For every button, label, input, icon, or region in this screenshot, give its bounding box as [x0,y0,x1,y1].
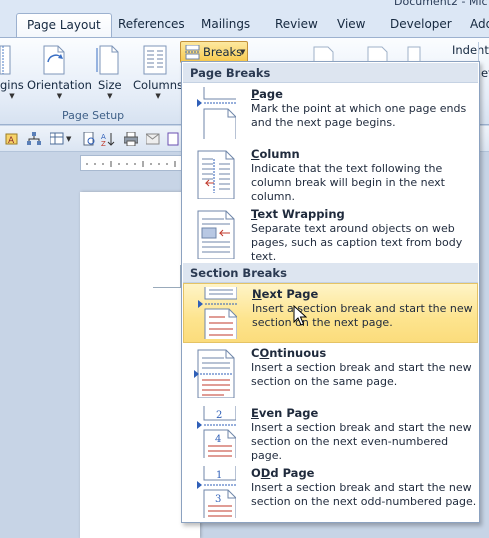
menu-item-description: Insert a section break and start the new… [252,302,473,329]
tab-developer[interactable]: Developer [390,17,452,31]
size-button[interactable]: Size ▼ [98,78,122,100]
size-label: Size [98,78,122,92]
size-icon [96,45,119,75]
ribbon-tab-strip: Page Layout References Mailings Review V… [0,10,489,39]
menu-item-title: ODd Page [251,466,314,480]
tab-add-ins[interactable]: Add [470,17,489,31]
menu-item-even-page-break[interactable]: 2 4 Even Page Insert a section break and… [183,403,478,463]
menu-item-description: Insert a section break and start the new… [251,361,472,388]
breaks-icon [185,45,200,60]
mouse-cursor-icon [293,305,307,326]
menu-item-description: Insert a section break and start the new… [251,481,477,508]
tab-review[interactable]: Review [275,17,318,31]
menu-item-description: Separate text around objects on web page… [251,222,463,263]
page-breaks-header: Page Breaks [183,63,478,83]
accelerator-key: P [251,87,260,101]
chevron-down-icon: ▼ [155,92,161,100]
sort-icon[interactable]: AZ [101,132,115,146]
margins-icon[interactable] [0,44,12,76]
odd-page-break-icon: 1 3 [197,466,236,518]
title-prefix: O [251,466,261,480]
title-rest: ext Wrapping [257,207,345,221]
menu-item-title: Column [251,147,300,161]
envelope-icon[interactable] [146,132,160,146]
chevron-down-icon: ▼ [56,92,63,100]
title-rest: olumn [259,147,300,161]
orientation-label: Orientation [27,78,92,92]
menu-item-title: Text Wrapping [251,207,345,221]
margin-corner-mark [153,287,181,288]
chevron-down-icon: ▼ [107,92,113,100]
margins-label: gins [0,78,24,92]
title-rest: ntinuous [269,346,327,360]
columns-label: Columns [133,78,184,92]
title-rest: age [259,87,283,101]
even-page-number-top: 2 [216,410,222,421]
menu-item-next-page-break[interactable]: Next Page Insert a section break and sta… [183,283,478,343]
menu-item-title: Page [251,87,283,101]
tab-mailings[interactable]: Mailings [201,17,250,31]
menu-item-title: Next Page [252,287,318,301]
page-setup-group-label: Page Setup [62,109,125,122]
accelerator-key: E [251,406,259,420]
menu-item-description: Mark the point at which one page ends an… [251,102,467,129]
macro-icon[interactable] [167,132,181,146]
indent-label: Indent [452,43,489,57]
menu-item-text-wrapping-break[interactable]: Text Wrapping Separate text around objec… [183,204,478,264]
print-preview-icon[interactable] [82,132,96,146]
horizontal-ruler[interactable] [80,155,184,171]
accelerator-key: N [252,287,262,301]
menu-item-page-break[interactable]: Page Mark the point at which one page en… [183,84,478,144]
menu-item-continuous-break[interactable]: COntinuous Insert a section break and st… [183,343,478,403]
ruler-ticks [86,161,176,167]
tab-page-layout[interactable]: Page Layout [16,13,112,39]
menu-item-description: Indicate that the text following the col… [251,162,445,203]
column-break-icon [197,150,235,199]
continuous-break-icon [194,349,235,398]
tab-view[interactable]: View [337,17,365,31]
title-rest: ven Page [258,406,319,420]
title-rest: d Page [270,466,315,480]
menu-item-column-break[interactable]: Column Indicate that the text following … [183,144,478,204]
title-rest: ext Page [261,287,319,301]
menu-item-odd-page-break[interactable]: 1 3 ODd Page Insert a section break and … [183,463,478,523]
accelerator-key: D [260,466,271,480]
accelerator-key: O [259,346,270,360]
breaks-dropdown-menu: Page Breaks Page Mark the point at which… [181,61,480,523]
next-page-break-icon [198,287,237,339]
margins-button[interactable]: gins ▼ [0,78,24,100]
section-breaks-header: Section Breaks [183,263,478,283]
even-page-break-icon: 2 4 [197,406,236,458]
breaks-button[interactable]: Breaks ▼ [180,41,248,63]
chevron-down-icon: ▼ [9,92,15,100]
even-page-number-bottom: 4 [215,434,221,445]
odd-page-number-top: 1 [216,470,222,481]
columns-button[interactable]: Columns ▼ [133,78,183,100]
title-bar: Document2 - Mic [0,0,489,10]
page-break-icon [197,87,236,139]
chevron-down-icon[interactable]: ▼ [66,135,71,143]
menu-item-title: Even Page [251,406,318,420]
odd-page-number-bottom: 3 [215,494,221,505]
tab-references[interactable]: References [118,17,185,31]
columns-icon [143,45,167,75]
outline-icon[interactable] [27,132,41,146]
chevron-down-icon: ▼ [240,48,246,56]
text-wrapping-break-icon [197,210,235,259]
style-icon[interactable]: A [5,132,19,146]
svg-text:A: A [8,136,15,146]
table-icon[interactable] [50,132,64,146]
svg-text:Z: Z [101,140,106,146]
menu-item-title: COntinuous [251,346,326,360]
window-title: Document2 - Mic [394,0,488,8]
orientation-button[interactable]: Orientation ▼ [27,78,92,100]
print-icon[interactable] [124,132,138,146]
breaks-label: Breaks [203,45,243,59]
menu-item-description: Insert a section break and start the new… [251,421,472,462]
orientation-icon [43,45,65,75]
indent-right-label: ef [481,66,489,80]
